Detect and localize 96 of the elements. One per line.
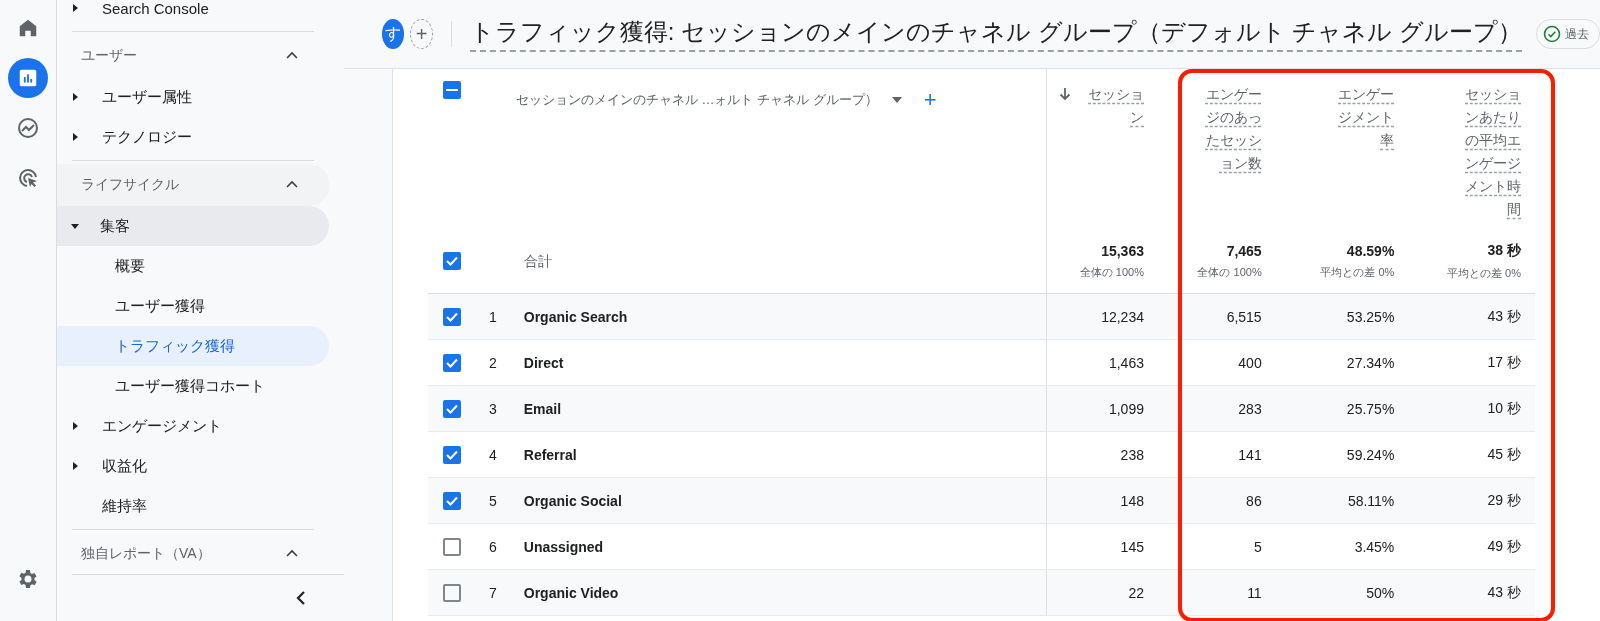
dimension-header[interactable]: セッションのメインのチャネル …ォルト チャネル グループ） (515, 91, 878, 109)
table-cell: 141 (1238, 446, 1262, 463)
nav-item[interactable]: 収益化 (57, 446, 329, 486)
table-cell: 27.34% (1346, 354, 1395, 371)
channel-name: Direct (523, 354, 564, 371)
table-cell: 45 秒 (1487, 445, 1521, 464)
row-number: 6 (488, 538, 497, 555)
checkbox[interactable] (442, 81, 461, 99)
table-cell: 3.45% (1354, 538, 1395, 555)
total-subtext: 全体の 100% (1197, 264, 1262, 280)
arrow-down-icon[interactable] (1059, 87, 1072, 101)
nav-subitem[interactable]: ユーザー獲得 (57, 286, 329, 326)
checkbox[interactable] (442, 252, 461, 270)
total-subtext: 平均との差 0% (1320, 264, 1395, 280)
row-number: 7 (488, 584, 497, 601)
table-cell: 1,463 (1108, 354, 1144, 371)
total-value: 38 秒 (1487, 241, 1521, 260)
bar-chart-icon (17, 67, 39, 89)
table-cell: 1,099 (1108, 400, 1144, 417)
column-header[interactable]: セッション (1085, 83, 1144, 129)
checkbox[interactable] (442, 491, 461, 510)
section-title: ユーザー (81, 47, 137, 65)
total-value: 7,465 (1226, 242, 1262, 259)
chevron-left-icon[interactable] (294, 590, 308, 606)
row-number: 1 (488, 308, 497, 325)
table-cell: 145 (1120, 538, 1144, 555)
checkbox[interactable] (442, 583, 461, 602)
table-cell: 49 秒 (1487, 537, 1521, 556)
table-cell: 59.24% (1346, 446, 1395, 463)
channel-name: Email (523, 400, 562, 417)
row-number: 2 (488, 354, 497, 371)
row-number: 4 (488, 446, 497, 463)
section-header[interactable]: ライフサイクル (57, 164, 329, 206)
checkbox[interactable] (442, 537, 461, 556)
column-header[interactable]: エンゲージのあったセッション数 (1202, 83, 1262, 175)
table-cell: 283 (1238, 400, 1262, 417)
channel-name: Referral (523, 446, 577, 463)
dropdown-icon[interactable] (891, 97, 902, 103)
trend-circle-icon (16, 116, 40, 140)
nav-item[interactable]: 集客 (57, 206, 329, 246)
table-cell: 22 (1128, 584, 1144, 601)
nav-item[interactable]: テクノロジー (57, 117, 329, 157)
table-cell: 58.11% (1347, 492, 1395, 509)
table-cell: 400 (1238, 354, 1262, 371)
table-cell: 6,515 (1226, 308, 1262, 325)
row-number: 3 (488, 400, 497, 417)
table-cell: 50% (1366, 584, 1395, 601)
report-title[interactable]: トラフィック獲得: セッションのメインのチャネル グループ（デフォルト チャネル グループ） (469, 16, 1522, 52)
column-header[interactable]: セッションあたりの平均エンゲージメント時間 (1462, 83, 1521, 221)
table-cell: 53.25% (1346, 308, 1395, 325)
table-cell: 25.75% (1346, 400, 1395, 417)
table-cell: 11 (1247, 584, 1262, 601)
table-cell: 238 (1120, 446, 1144, 463)
checkbox[interactable] (442, 445, 461, 464)
table-cell: 43 秒 (1487, 307, 1521, 326)
total-label: 合計 (523, 252, 552, 269)
table-cell: 29 秒 (1487, 491, 1521, 510)
nav-rail-button[interactable] (8, 58, 48, 98)
table-cell: 17 秒 (1487, 353, 1521, 372)
checkbox[interactable] (442, 307, 461, 326)
channel-name: Unassigned (523, 538, 604, 555)
section-title: ライフサイクル (81, 176, 179, 194)
nav-item-label: Search Console (102, 0, 209, 17)
table-cell: 10 秒 (1487, 399, 1521, 418)
column-header[interactable]: エンゲージメント率 (1335, 83, 1395, 152)
section-header[interactable]: ユーザー (57, 35, 329, 77)
chip-label: 過去 (1565, 25, 1589, 43)
check-circle-icon (1543, 25, 1561, 43)
channel-name: Organic Video (523, 584, 619, 601)
home-icon (17, 17, 39, 39)
table-cell: 12,234 (1101, 308, 1144, 325)
section-header[interactable]: 独自レポート（VA） (57, 533, 329, 575)
table-cell: 43 秒 (1487, 583, 1521, 602)
nav-subitem[interactable]: ユーザー獲得コホート (57, 366, 329, 406)
total-subtext: 全体の 100% (1079, 264, 1144, 280)
nav-item[interactable]: 維持率 (57, 486, 329, 526)
table-cell: 148 (1120, 492, 1144, 509)
row-number: 5 (488, 492, 497, 509)
nav-subitem[interactable]: トラフィック獲得 (57, 326, 329, 366)
table-cell: 5 (1253, 538, 1262, 555)
table-cell: 86 (1246, 492, 1262, 509)
nav-item[interactable]: エンゲージメント (57, 406, 329, 446)
checkbox[interactable] (442, 353, 461, 372)
add-dimension-button[interactable]: + (923, 87, 937, 113)
nav-subitem[interactable]: 概要 (57, 246, 329, 286)
channel-name: Organic Search (523, 308, 628, 325)
nav-item[interactable]: Search Console (57, 0, 329, 28)
section-title: 独自レポート（VA） (81, 545, 211, 563)
channel-name: Organic Social (523, 492, 622, 509)
target-cursor-icon (16, 166, 40, 190)
total-value: 48.59% (1346, 242, 1395, 259)
checkbox[interactable] (442, 399, 461, 418)
total-value: 15,363 (1101, 242, 1144, 259)
nav-item[interactable]: ユーザー属性 (57, 77, 329, 117)
total-subtext: 平均との差 0% (1447, 265, 1521, 281)
avatar[interactable]: す (382, 19, 405, 49)
